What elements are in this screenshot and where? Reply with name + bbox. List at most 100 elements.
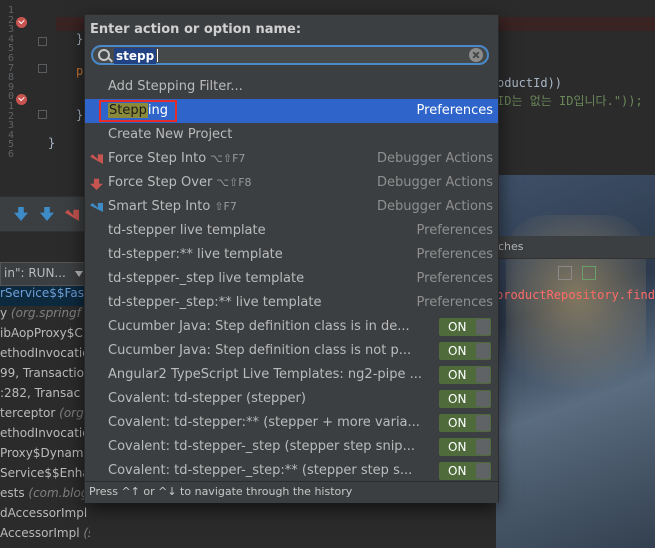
result-row[interactable]: Add Stepping Filter...: [85, 75, 498, 99]
result-label: td-stepper:** live template: [108, 247, 283, 262]
result-row[interactable]: td-stepper-_step live template Preference…: [85, 267, 498, 291]
result-label: Covalent: td-stepper-_step:** (stepper s…: [108, 463, 413, 478]
watches-tab-bar[interactable]: ches: [496, 236, 655, 259]
toggle-label: ON: [448, 392, 467, 406]
result-row[interactable]: Cucumber Java: Step definition class is …: [85, 339, 498, 363]
result-label: Smart Step Into ⇧F7: [108, 199, 237, 214]
fold-marker-icon[interactable]: [38, 37, 47, 46]
result-label: Force Step Into ⌥⇧F7: [108, 151, 246, 166]
stack-frame-method: Service$$Enha: [0, 466, 90, 480]
result-row[interactable]: Force Step Into ⌥⇧F7 Debugger Actions: [85, 147, 498, 171]
stack-frame[interactable]: Proxy$Dynami: [0, 446, 90, 466]
result-label: Create New Project: [108, 127, 233, 142]
result-category: Debugger Actions: [377, 199, 493, 214]
toggle-label: ON: [448, 464, 467, 478]
shortcut-hint: ⇧F7: [214, 200, 237, 213]
result-row[interactable]: Angular2 TypeScript Live Templates: ng2-…: [85, 363, 498, 387]
step-over-icon[interactable]: [14, 207, 28, 221]
force-step-over-icon: [90, 178, 103, 190]
result-row[interactable]: Covalent: td-stepper-_step:** (stepper s…: [85, 459, 498, 483]
stack-frame-method: ethodInvocatio: [0, 346, 90, 360]
stack-frame-method: ethodInvocatio: [0, 426, 90, 440]
stack-frame[interactable]: ethodInvocatio: [0, 346, 90, 366]
stack-frame[interactable]: rService$$Fas: [0, 286, 90, 306]
stack-frame[interactable]: ethodInvocatio: [0, 426, 90, 446]
clear-search-icon[interactable]: [469, 48, 483, 62]
toggle-switch[interactable]: ON: [439, 366, 491, 384]
force-step-into-icon[interactable]: [65, 209, 79, 221]
code-fragment: ID는 없는 ID입니다."));: [497, 94, 643, 108]
line-number: 6: [7, 149, 14, 160]
search-box[interactable]: stepp: [91, 45, 489, 65]
shortcut-hint: ⌥⇧F8: [216, 176, 252, 189]
breakpoint-icon[interactable]: [16, 17, 27, 28]
result-label: Covalent: td-stepper:** (stepper + more …: [108, 415, 420, 430]
text-caret: [157, 49, 158, 62]
code-line: p: [76, 64, 84, 78]
stack-frame-method: 99, Transactio: [0, 366, 84, 380]
result-label: Add Stepping Filter...: [108, 79, 243, 94]
toggle-switch[interactable]: ON: [439, 414, 491, 432]
stack-frame-method: rService$$Fas: [0, 286, 84, 300]
result-row[interactable]: Smart Step Into ⇧F7 Debugger Actions: [85, 195, 498, 219]
stack-frame-method: :282, Transac: [0, 386, 81, 400]
stack-frame[interactable]: dAccessorImpl (sun.reflect: [0, 506, 90, 526]
result-label: Angular2 TypeScript Live Templates: ng2-…: [108, 367, 423, 382]
result-row[interactable]: Cucumber Java: Step definition class is …: [85, 315, 498, 339]
result-row[interactable]: Covalent: td-stepper:** (stepper + more …: [85, 411, 498, 435]
result-row[interactable]: td-stepper-_step:** live template Prefere…: [85, 291, 498, 315]
result-label: Covalent: td-stepper-_step (stepper step…: [108, 439, 415, 454]
frames-list[interactable]: rService$$Fas y (org.springf ibAopProxy$C e…: [0, 286, 90, 548]
step-into-icon[interactable]: [40, 207, 54, 221]
toggle-label: ON: [448, 344, 467, 358]
search-input[interactable]: stepp: [114, 48, 157, 64]
toggle-label: ON: [448, 416, 467, 430]
toggle-switch[interactable]: ON: [439, 342, 491, 360]
stack-frame-class: (sun.reflect,: [83, 526, 90, 540]
stack-frame[interactable]: :282, Transac: [0, 386, 90, 406]
result-label: td-stepper live template: [108, 223, 266, 238]
stack-frame-class: (org.springf: [10, 306, 81, 320]
breakpoint-icon[interactable]: [16, 94, 27, 105]
fold-marker-icon[interactable]: [38, 110, 47, 119]
stack-frame[interactable]: ests (com.blogcode): [0, 486, 90, 506]
smart-step-into-icon: [90, 203, 103, 212]
tab-watches[interactable]: ches: [498, 240, 524, 253]
shortcut-hint: ⌥⇧F7: [210, 152, 246, 165]
result-row[interactable]: Force Step Over ⌥⇧F8 Debugger Actions: [85, 171, 498, 195]
force-step-into-icon: [90, 154, 103, 164]
search-icon: [98, 49, 110, 61]
result-label: Cucumber Java: Step definition class is …: [108, 319, 410, 334]
image-icon[interactable]: [582, 266, 596, 280]
stack-frame-method: AccessorImpl: [0, 526, 84, 540]
result-row[interactable]: Create New Project: [85, 123, 498, 147]
result-category: Preferences: [416, 247, 493, 262]
result-row[interactable]: td-stepper live template Preferences: [85, 219, 498, 243]
toggle-switch[interactable]: ON: [439, 462, 491, 480]
fold-marker-icon[interactable]: [38, 64, 47, 73]
toggle-knob: [476, 415, 490, 431]
highlight-annotation-box: [99, 100, 177, 122]
stack-frame[interactable]: terceptor (org: [0, 406, 90, 426]
background-wallpaper: [496, 175, 655, 548]
stack-frame-method: Proxy$Dynami: [0, 446, 87, 460]
toggle-knob: [476, 463, 490, 479]
toggle-switch[interactable]: ON: [439, 318, 491, 336]
result-row[interactable]: Covalent: td-stepper (stepper) ON: [85, 387, 498, 411]
stack-frame[interactable]: 99, Transactio: [0, 366, 90, 386]
toggle-switch[interactable]: ON: [439, 438, 491, 456]
thread-selector[interactable]: in": RUN...: [0, 262, 92, 286]
result-label: Force Step Over ⌥⇧F8: [108, 175, 252, 190]
toggle-switch[interactable]: ON: [439, 390, 491, 408]
copy-icon[interactable]: [558, 266, 572, 280]
result-row[interactable]: td-stepper:** live template Preferences: [85, 243, 498, 267]
stack-frame[interactable]: Service$$Enha: [0, 466, 90, 486]
stack-frame[interactable]: AccessorImpl (sun.reflect,: [0, 526, 90, 546]
result-label: Covalent: td-stepper (stepper): [108, 391, 306, 406]
result-row-selected[interactable]: Stepping Preferences: [85, 99, 498, 123]
stack-frame[interactable]: y (org.springf: [0, 306, 90, 326]
result-category: Preferences: [416, 271, 493, 286]
popup-footer: Press ^↑ or ^↓ to navigate through the h…: [85, 481, 498, 503]
stack-frame[interactable]: ibAopProxy$C: [0, 326, 90, 346]
result-row[interactable]: Covalent: td-stepper-_step (stepper step…: [85, 435, 498, 459]
